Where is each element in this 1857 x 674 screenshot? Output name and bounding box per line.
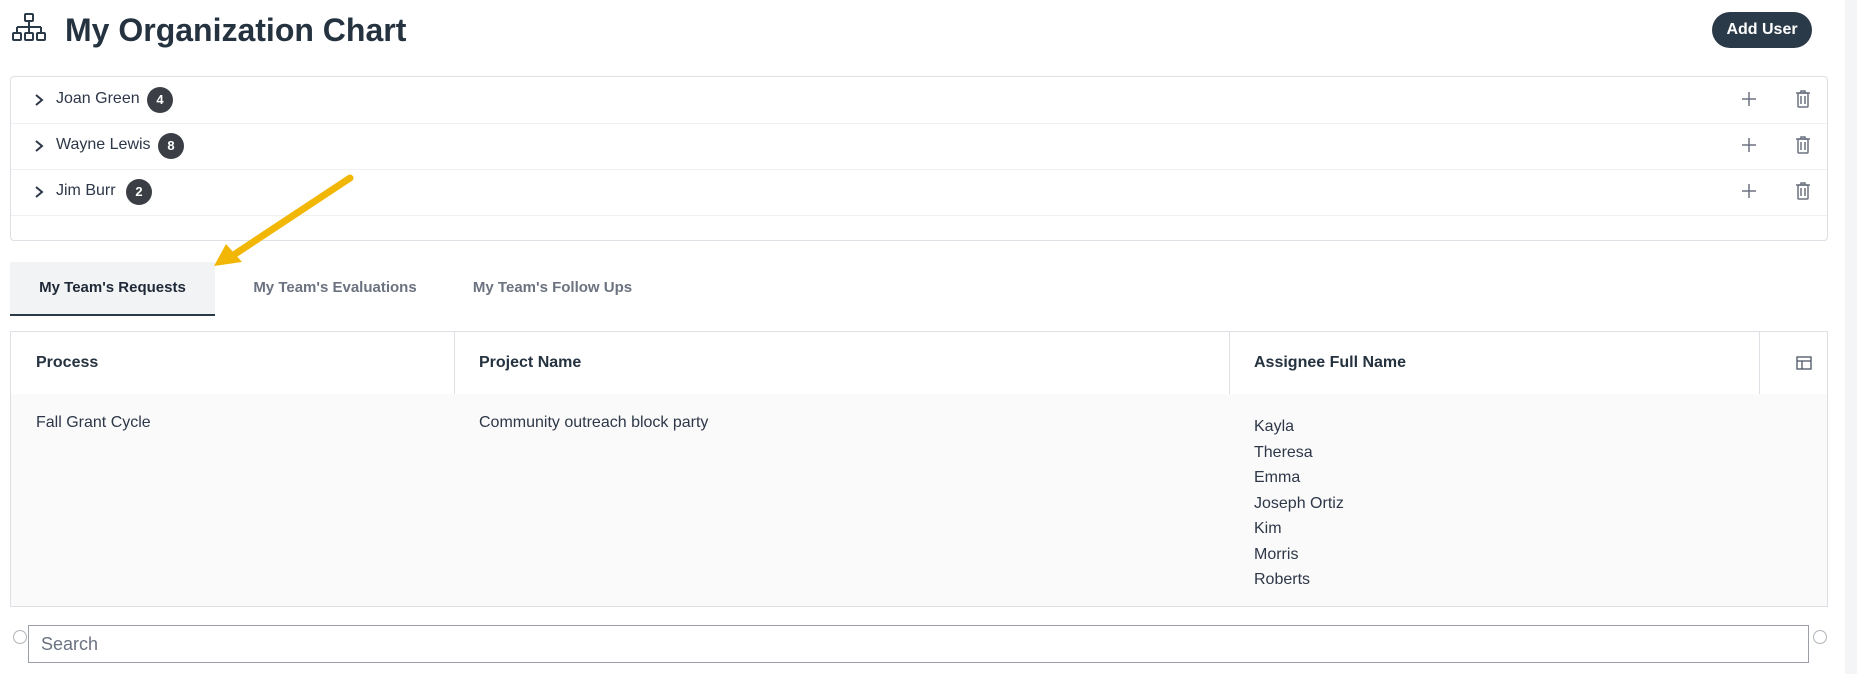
table-row[interactable]: Fall Grant Cycle Community outreach bloc… <box>11 394 1827 606</box>
cell-assignee-list: Kayla Theresa Emma Joseph Ortiz Kim Morr… <box>1254 414 1344 593</box>
plus-icon[interactable] <box>1741 137 1757 153</box>
assignee-name: Roberts <box>1254 571 1311 588</box>
column-header-process[interactable]: Process <box>36 332 98 394</box>
assignee-name: Kim <box>1254 520 1282 537</box>
tree-user-name[interactable]: Jim Burr <box>56 182 116 200</box>
cell-project-name: Community outreach block party <box>479 414 709 431</box>
report-count-badge: 4 <box>147 87 173 113</box>
trash-icon[interactable] <box>1795 181 1811 201</box>
tab-my-teams-requests[interactable]: My Team's Requests <box>10 262 215 316</box>
column-header-project-name[interactable]: Project Name <box>479 332 581 394</box>
report-count-badge: 2 <box>126 179 152 205</box>
column-header-assignee-full-name[interactable]: Assignee Full Name <box>1254 332 1406 394</box>
chevron-right-icon[interactable] <box>31 184 47 200</box>
chevron-right-icon[interactable] <box>31 92 47 108</box>
plus-icon[interactable] <box>1741 91 1757 107</box>
radio-right[interactable] <box>1813 630 1827 644</box>
tree-user-name[interactable]: Joan Green <box>56 90 140 108</box>
trash-icon[interactable] <box>1795 89 1811 109</box>
assignee-name: Joseph Ortiz <box>1254 494 1344 512</box>
report-count-badge: 8 <box>158 133 184 159</box>
trash-icon[interactable] <box>1795 135 1811 155</box>
assignee-name: Emma <box>1254 469 1301 486</box>
table-columns-icon[interactable] <box>1796 355 1812 371</box>
tree-row-wayne-lewis[interactable]: Wayne Lewis 8 <box>11 123 1827 170</box>
search-input[interactable] <box>28 625 1809 663</box>
plus-icon[interactable] <box>1741 183 1757 199</box>
radio-left[interactable] <box>13 630 27 644</box>
annotation-arrow <box>214 174 354 266</box>
cell-process: Fall Grant Cycle <box>36 414 151 431</box>
assignee-name: Kayla <box>1254 418 1295 435</box>
add-user-button[interactable]: Add User <box>1712 12 1812 48</box>
assignee-name: Theresa <box>1254 443 1313 461</box>
requests-table: Process Project Name Assignee Full Name … <box>10 331 1828 607</box>
tree-user-name[interactable]: Wayne Lewis <box>56 136 151 154</box>
tree-row-joan-green[interactable]: Joan Green 4 <box>11 77 1827 124</box>
org-chart-icon <box>12 13 46 41</box>
page-header: My Organization Chart Add User <box>0 0 1820 60</box>
page-title: My Organization Chart <box>65 12 407 48</box>
chevron-right-icon[interactable] <box>31 138 47 154</box>
search-bar <box>0 620 1857 670</box>
table-header: Process Project Name Assignee Full Name <box>11 332 1827 395</box>
page-scrollbar[interactable] <box>1845 0 1857 674</box>
assignee-name: Morris <box>1254 545 1299 563</box>
tab-my-teams-follow-ups[interactable]: My Team's Follow Ups <box>455 262 650 314</box>
